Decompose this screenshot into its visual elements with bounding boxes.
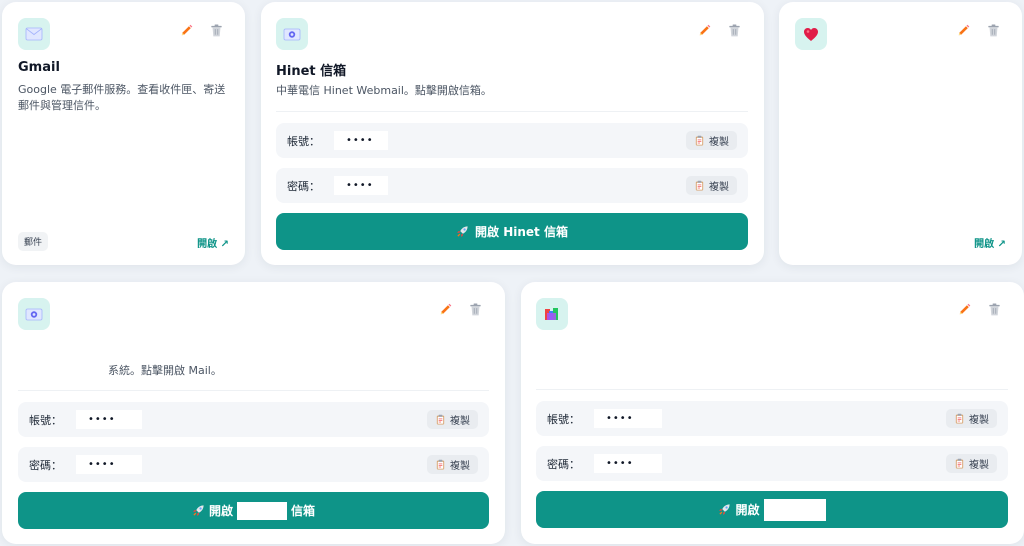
open-link[interactable]: 開啟 ↗ (974, 235, 1006, 250)
delete-icon[interactable] (726, 22, 742, 38)
copy-label: 複製 (969, 415, 989, 426)
copy-password-button[interactable]: 複製 (946, 454, 997, 473)
edit-icon[interactable] (437, 301, 453, 317)
rocket-icon (718, 503, 731, 516)
open-mailbox-button[interactable]: 開啟 Hinet 信箱 (276, 213, 748, 250)
card-description: 中華電信 Hinet Webmail。點擊開啟信箱。 (276, 84, 492, 97)
account-row: 帳號： •••• 複製 (536, 401, 1008, 436)
open-link[interactable]: 開啟 ↗ (197, 235, 229, 250)
copy-account-button[interactable]: 複製 (427, 410, 478, 429)
clipboard-icon (694, 135, 705, 146)
delete-icon[interactable] (985, 22, 1001, 38)
rocket-icon (456, 225, 469, 238)
copy-label: 複製 (709, 182, 729, 193)
account-label: 帳號： (287, 134, 320, 148)
account-label: 帳號： (547, 412, 580, 426)
password-label: 密碼： (29, 458, 62, 472)
account-row: 帳號： •••• 複製 (18, 402, 489, 437)
service-card-gmail: Gmail Google 電子郵件服務。查看收件匣、寄送郵件與管理信件。 郵件 … (2, 2, 245, 265)
divider (276, 111, 748, 112)
account-value: •••• (334, 131, 388, 150)
password-row: 密碼： •••• 複製 (536, 446, 1008, 481)
card-title: Gmail (18, 60, 60, 75)
category-tag: 郵件 (18, 232, 49, 251)
redacted-block (763, 498, 826, 521)
envelope-icon (18, 18, 50, 50)
clipboard-icon (954, 413, 965, 424)
edit-icon[interactable] (956, 301, 972, 317)
open-mailbox-button[interactable]: 開啟 (536, 491, 1008, 528)
clipboard-icon (694, 180, 705, 191)
delete-icon[interactable] (986, 301, 1002, 317)
open-mailbox-label: 開啟 Hinet 信箱 (475, 225, 568, 239)
open-mailbox-prefix: 開啟 (208, 504, 233, 518)
delete-icon[interactable] (467, 301, 483, 317)
heart-icon (795, 18, 827, 50)
clipboard-icon (954, 458, 965, 469)
copy-account-button[interactable]: 複製 (686, 131, 737, 150)
redacted-block (237, 501, 287, 520)
copy-label: 複製 (969, 460, 989, 471)
password-label: 密碼： (547, 457, 580, 471)
password-value: •••• (594, 454, 662, 473)
password-row: 密碼： •••• 複製 (18, 447, 489, 482)
password-value: •••• (334, 176, 388, 195)
password-label: 密碼： (287, 179, 320, 193)
divider (18, 390, 489, 391)
open-mailbox-suffix: 信箱 (291, 504, 316, 518)
copy-label: 複製 (450, 416, 470, 427)
divider (536, 389, 1008, 390)
copy-label: 複製 (450, 461, 470, 472)
edit-icon[interactable] (696, 22, 712, 38)
card-title: Hinet 信箱 (276, 64, 347, 79)
rocket-icon (192, 504, 205, 517)
account-label: 帳號： (29, 413, 62, 427)
books-icon (536, 298, 568, 330)
service-card-mail: 系統。點擊開啟 Mail。 帳號： •••• 複製 密碼： •••• 複製 開啟… (2, 282, 505, 544)
password-row: 密碼： •••• 複製 (276, 168, 748, 203)
open-mailbox-prefix: 開啟 (735, 503, 760, 517)
delete-icon[interactable] (208, 22, 224, 38)
copy-account-button[interactable]: 複製 (946, 409, 997, 428)
edit-icon[interactable] (178, 22, 194, 38)
clipboard-icon (435, 459, 446, 470)
service-card-favorite: 開啟 ↗ (779, 2, 1022, 265)
copy-password-button[interactable]: 複製 (427, 455, 478, 474)
open-mailbox-button[interactable]: 開啟 信箱 (18, 492, 489, 529)
card-description: 系統。點擊開啟 Mail。 (108, 364, 222, 377)
account-value: •••• (594, 409, 662, 428)
mail-at-icon (276, 18, 308, 50)
copy-password-button[interactable]: 複製 (686, 176, 737, 195)
service-card-hinet: Hinet 信箱 中華電信 Hinet Webmail。點擊開啟信箱。 帳號： … (261, 2, 764, 265)
edit-icon[interactable] (955, 22, 971, 38)
password-value: •••• (76, 455, 142, 474)
clipboard-icon (435, 414, 446, 425)
copy-label: 複製 (709, 137, 729, 148)
service-card-mail-2: 帳號： •••• 複製 密碼： •••• 複製 開啟 (521, 282, 1024, 544)
account-row: 帳號： •••• 複製 (276, 123, 748, 158)
account-value: •••• (76, 410, 142, 429)
mail-at-icon (18, 298, 50, 330)
card-description: Google 電子郵件服務。查看收件匣、寄送郵件與管理信件。 (18, 83, 226, 112)
